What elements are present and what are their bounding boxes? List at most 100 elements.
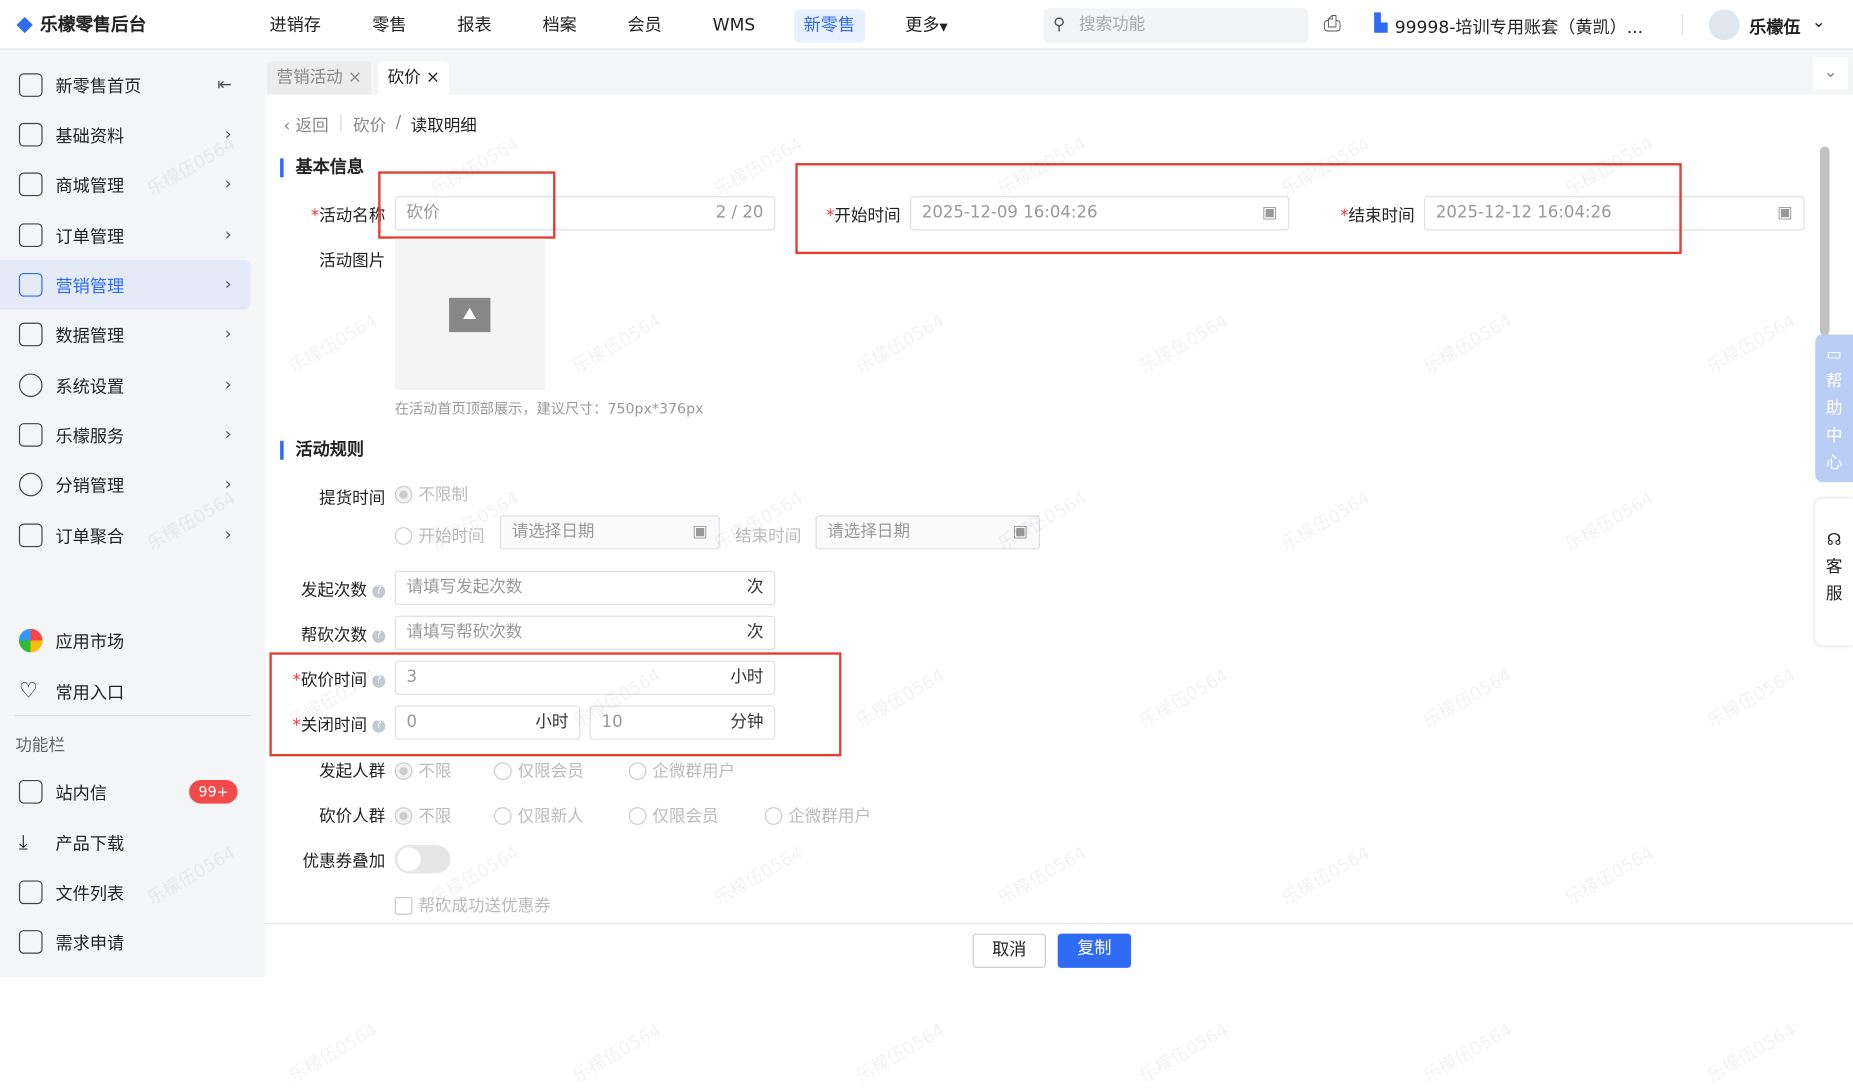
divider — [14, 714, 251, 717]
sidebar-item-files[interactable]: 文件列表 — [0, 867, 251, 917]
sidebar-label: 系统设置 — [55, 377, 125, 397]
sidebar-item-service[interactable]: 乐檬服务 › — [0, 410, 251, 460]
chevron-right-icon: › — [224, 174, 232, 194]
sidebar-item-data[interactable]: 数据管理 › — [0, 310, 251, 360]
back-link[interactable]: ‹ 返回 — [284, 113, 329, 137]
copy-button[interactable]: 复制 — [1057, 933, 1131, 968]
back-label: 返回 — [295, 116, 329, 136]
customer-service-button[interactable]: ☊ 客服 — [1815, 498, 1853, 646]
section-rules-title: 活动规则 — [280, 440, 364, 460]
sidebar-item-order-agg[interactable]: 订单聚合 › — [0, 511, 251, 561]
unread-badge: 99+ — [189, 779, 238, 804]
nav-new-retail[interactable]: 新零售 — [794, 9, 865, 43]
help-count-input[interactable]: 请填写帮砍次数次 — [394, 615, 776, 650]
launcher-radio-wecom[interactable]: 企微群用户 — [628, 759, 735, 783]
sidebar-item-mall[interactable]: 商城管理 › — [0, 160, 251, 210]
cutter-radio-wecom[interactable]: 企微群用户 — [764, 804, 871, 828]
sidebar-label: 需求申请 — [55, 934, 125, 954]
breadcrumb-current: 读取明细 — [410, 116, 477, 136]
cutter-radio-member[interactable]: 仅限会员 — [628, 804, 719, 828]
sidebar-item-order[interactable]: 订单管理 › — [0, 210, 251, 260]
pickup-range-radio[interactable]: 开始时间 — [394, 524, 485, 548]
chart-icon — [18, 322, 43, 347]
pickup-end-date[interactable]: 请选择日期 ▣ — [815, 515, 1040, 550]
top-bar: ◆ 乐檬零售后台 进销存 零售 报表 档案 会员 WMS 新零售 更多▼ ⚲ 搜索功… — [0, 0, 1853, 50]
nav-jxc[interactable]: 进销存 — [260, 9, 330, 42]
sidebar-item-download[interactable]: ⤓ 产品下载 — [0, 818, 251, 868]
pickup-time-label: 提货时间 — [319, 489, 386, 509]
nav-report[interactable]: 报表 — [448, 9, 501, 42]
watermark: 乐檬伍0564 — [1136, 1019, 1232, 1087]
store-icon — [18, 172, 43, 197]
main-content: ‹ 返回 | 砍价 / 读取明细 基本信息 *活动名称 砍价 2 / 20 *开始时间… — [264, 94, 1830, 922]
briefcase-icon — [18, 423, 43, 447]
activity-name-label: *活动名称 — [310, 206, 386, 226]
scrollbar[interactable] — [1819, 146, 1830, 336]
launch-count-input[interactable]: 请填写发起次数次 — [394, 570, 776, 606]
chevron-right-icon: › — [224, 225, 232, 245]
cutter-radio-all[interactable]: 不限 — [394, 804, 451, 828]
account-name: 99998-培训专用账套（黄凯）... — [1394, 18, 1644, 38]
nav-wms[interactable]: WMS — [703, 9, 765, 42]
tabs-dropdown-icon[interactable]: ⌄ — [1812, 56, 1849, 90]
breadcrumb-parent[interactable]: 砍价 — [353, 113, 386, 137]
sidebar-label: 新零售首页 — [55, 77, 142, 97]
launcher-radio-all[interactable]: 不限 — [394, 759, 451, 783]
send-coupon-checkbox[interactable]: 帮砍成功送优惠券 — [394, 893, 551, 917]
pickup-start-date[interactable]: 请选择日期 ▣ — [499, 515, 720, 550]
sidebar-item-distribution[interactable]: 分销管理 › — [0, 460, 251, 510]
highlight-box — [378, 171, 556, 239]
mail-icon — [18, 779, 43, 804]
nav-more[interactable]: 更多▼ — [896, 9, 957, 42]
close-icon[interactable]: × — [426, 69, 440, 88]
tab-label: 营销活动 — [276, 68, 343, 88]
cancel-button[interactable]: 取消 — [972, 933, 1046, 968]
sidebar-item-favorites[interactable]: ♡ 常用入口 — [0, 667, 251, 717]
nav-retail[interactable]: 零售 — [363, 9, 416, 42]
printer-icon[interactable]: ⎙ — [1324, 12, 1341, 37]
watermark: 乐檬伍0564 — [1703, 1019, 1800, 1087]
app-market-icon — [18, 628, 43, 653]
sidebar-item-request[interactable]: 需求申请 — [0, 917, 251, 967]
calendar-icon: ▣ — [1777, 203, 1793, 223]
sidebar-label: 基础资料 — [55, 127, 125, 146]
sidebar-item-basic[interactable]: 基础资料 › — [0, 110, 251, 160]
calendar-icon: ▣ — [1012, 522, 1029, 542]
coupon-stack-toggle[interactable] — [394, 844, 451, 874]
help-center-button[interactable]: ▭ 帮助中心 — [1815, 334, 1853, 483]
user-name[interactable]: 乐檬伍 — [1749, 14, 1800, 39]
sidebar-item-inbox[interactable]: 站内信 99+ — [0, 767, 251, 817]
tab-marketing[interactable]: 营销活动 × — [267, 61, 372, 95]
watermark: 乐檬伍0564 — [285, 1019, 381, 1087]
sidebar-item-settings[interactable]: 系统设置 › — [0, 360, 251, 410]
account-switcher[interactable]: ▙ 99998-培训专用账套（黄凯）... — [1374, 14, 1643, 39]
pickup-unlimited-radio[interactable]: 不限制 — [394, 482, 468, 506]
cutter-radio-new[interactable]: 仅限新人 — [493, 804, 584, 828]
sidebar-item-home[interactable]: 新零售首页 ⇤ — [0, 60, 251, 110]
tab-bargain[interactable]: 砍价 × — [378, 61, 450, 95]
sidebar-label: 产品下载 — [55, 834, 125, 854]
app-title: 乐檬零售后台 — [39, 14, 147, 36]
collapse-icon[interactable]: ⇤ — [217, 76, 231, 95]
sidebar-item-app-market[interactable]: 应用市场 — [0, 616, 251, 666]
avatar[interactable] — [1708, 9, 1740, 41]
section-label: 功能栏 — [15, 736, 65, 756]
nav-archive[interactable]: 档案 — [533, 9, 586, 42]
search-input[interactable]: ⚲ 搜索功能 — [1043, 8, 1309, 43]
sidebar-label: 文件列表 — [55, 884, 125, 904]
chat-icon: ▭ — [1826, 345, 1842, 364]
char-count: 2 / 20 — [715, 203, 764, 223]
account-icon: ▙ — [1374, 14, 1388, 34]
gear-icon — [18, 373, 43, 398]
chevron-right-icon: › — [224, 275, 232, 295]
sidebar-item-marketing[interactable]: 营销管理 › — [0, 259, 251, 310]
sidebar-label: 营销管理 — [55, 277, 125, 297]
heart-icon: ♡ — [18, 678, 38, 704]
app-logo[interactable]: ◆ 乐檬零售后台 — [17, 12, 147, 37]
close-icon[interactable]: × — [348, 69, 362, 88]
launcher-radio-member[interactable]: 仅限会员 — [493, 759, 584, 783]
image-placeholder[interactable]: ⛰ — [394, 238, 545, 390]
chevron-down-icon[interactable]: ⌄ — [1812, 13, 1826, 32]
nav-member[interactable]: 会员 — [618, 9, 671, 42]
message-icon — [18, 930, 43, 954]
